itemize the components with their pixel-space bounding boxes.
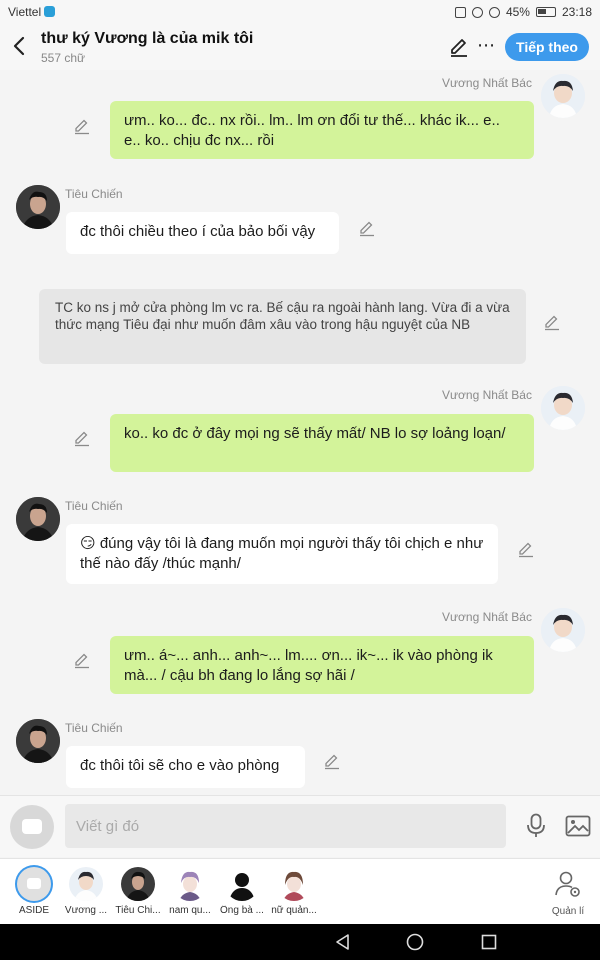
avatar xyxy=(121,867,155,901)
alarm-icon xyxy=(471,6,483,18)
message-bubble-other[interactable]: 😏 đúng vậy tôi là đang muốn mọi người th… xyxy=(66,524,498,584)
composer-bar xyxy=(0,795,600,857)
avatar-tieu-chien[interactable] xyxy=(16,719,60,763)
character-label: Tiêu Chi... xyxy=(115,905,161,916)
avatar-tieu-chien[interactable] xyxy=(16,497,60,541)
pencil-icon xyxy=(325,754,339,770)
character-label: Vương ... xyxy=(64,905,108,916)
battery-percent: 45% xyxy=(505,5,530,19)
message-bubble-self[interactable]: ko.. ko đc ở đây mọi ng sẽ thấy mất/ NB … xyxy=(110,414,534,472)
chat-bubble-icon xyxy=(22,819,42,834)
edit-message-0-button[interactable] xyxy=(73,117,91,135)
message-bubble-self[interactable]: ưm.. á~... anh... anh~... lm.... ơn... i… xyxy=(110,636,534,694)
microphone-icon[interactable] xyxy=(525,813,547,839)
edit-message-2-button[interactable] xyxy=(543,313,561,331)
aside-avatar xyxy=(17,867,51,901)
app-header: thư ký Vương là của mik tôi 557 chữ ⋯ Ti… xyxy=(0,24,600,70)
sender-name: Tiêu Chiến xyxy=(65,721,123,735)
message-input[interactable] xyxy=(65,804,506,848)
status-bar: Viettel 45% 23:18 xyxy=(0,0,600,24)
message-bubble-other[interactable]: đc thôi chiều theo í của bảo bối vậy xyxy=(66,212,339,254)
user-settings-icon xyxy=(555,871,580,897)
next-button[interactable]: Tiếp theo xyxy=(505,33,589,61)
battery-icon xyxy=(535,7,556,17)
narration-bubble[interactable]: TC ko ns j mở cửa phòng lm vc ra. Bế cậu… xyxy=(39,289,526,364)
character-nu-quan[interactable]: nữ quản... xyxy=(268,867,320,916)
character-vuong[interactable]: Vương ... xyxy=(60,867,112,916)
avatar xyxy=(225,867,259,901)
character-label: ASIDE xyxy=(18,905,49,916)
edit-button[interactable] xyxy=(448,36,470,58)
nav-recents-icon[interactable] xyxy=(479,932,499,952)
avatar-tieu-chien[interactable] xyxy=(16,185,60,229)
pencil-icon xyxy=(451,39,467,57)
image-icon[interactable] xyxy=(565,814,591,838)
pencil-icon xyxy=(75,431,89,447)
avatar xyxy=(277,867,311,901)
word-count: 557 chữ xyxy=(41,51,86,65)
character-bar: ASIDE Vương ... Tiêu Chi... nam qu... Ôn… xyxy=(0,858,600,924)
sender-name: Vương Nhất Bác xyxy=(442,76,532,90)
edit-message-4-button[interactable] xyxy=(517,540,535,558)
avatar xyxy=(173,867,207,901)
edit-message-3-button[interactable] xyxy=(73,429,91,447)
character-label: nữ quản... xyxy=(271,905,317,916)
carrier-badge-icon xyxy=(44,6,56,17)
edit-message-5-button[interactable] xyxy=(73,651,91,669)
manage-characters-button[interactable]: Quản lí xyxy=(546,869,590,917)
sender-name: Vương Nhất Bác xyxy=(442,610,532,624)
manage-label: Quản lí xyxy=(551,906,585,917)
pencil-icon xyxy=(545,315,559,331)
system-nav-bar xyxy=(0,924,600,960)
avatar xyxy=(69,867,103,901)
edit-message-1-button[interactable] xyxy=(358,219,376,237)
avatar-vuong-nhat-bac[interactable] xyxy=(541,386,585,430)
wifi-icon xyxy=(488,6,500,18)
back-button[interactable] xyxy=(10,34,30,58)
character-aside[interactable]: ASIDE xyxy=(8,867,60,916)
avatar-vuong-nhat-bac[interactable] xyxy=(541,74,585,118)
chevron-left-icon xyxy=(13,36,25,56)
nav-back-icon[interactable] xyxy=(333,932,353,952)
message-bubble-self[interactable]: ưm.. ko... đc.. nx rồi.. lm.. lm ơn đổi … xyxy=(110,101,534,159)
more-options-icon[interactable]: ⋯ xyxy=(476,34,496,56)
character-label: nam qu... xyxy=(169,905,211,916)
story-title: thư ký Vương là của mik tôi xyxy=(41,30,254,47)
character-label: Ông bà ... xyxy=(220,905,264,916)
clock: 23:18 xyxy=(561,5,592,19)
emoji-smirk: 😏 xyxy=(80,535,96,552)
message-bubble-other[interactable]: đc thôi tôi sẽ cho e vào phòng xyxy=(66,746,305,788)
pencil-icon xyxy=(360,221,374,237)
nav-home-icon[interactable] xyxy=(405,932,425,952)
aside-toggle-button[interactable] xyxy=(10,805,54,849)
pencil-icon xyxy=(75,119,89,135)
pencil-icon xyxy=(75,653,89,669)
message-text: đúng vậy tôi là đang muốn mọi người thấy… xyxy=(80,535,484,572)
sender-name: Vương Nhất Bác xyxy=(442,388,532,402)
character-nam-quan[interactable]: nam qu... xyxy=(164,867,216,916)
character-tieu-chien[interactable]: Tiêu Chi... xyxy=(112,867,164,916)
carrier-label: Viettel xyxy=(8,5,56,19)
sender-name: Tiêu Chiến xyxy=(65,499,123,513)
vibrate-icon xyxy=(454,6,466,18)
chat-area[interactable]: Vương Nhất Bác ưm.. ko... đc.. nx rồi.. … xyxy=(0,70,600,794)
avatar-vuong-nhat-bac[interactable] xyxy=(541,608,585,652)
edit-message-6-button[interactable] xyxy=(323,752,341,770)
pencil-icon xyxy=(519,542,533,558)
character-ong-ba[interactable]: Ông bà ... xyxy=(216,867,268,916)
sender-name: Tiêu Chiến xyxy=(65,187,123,201)
